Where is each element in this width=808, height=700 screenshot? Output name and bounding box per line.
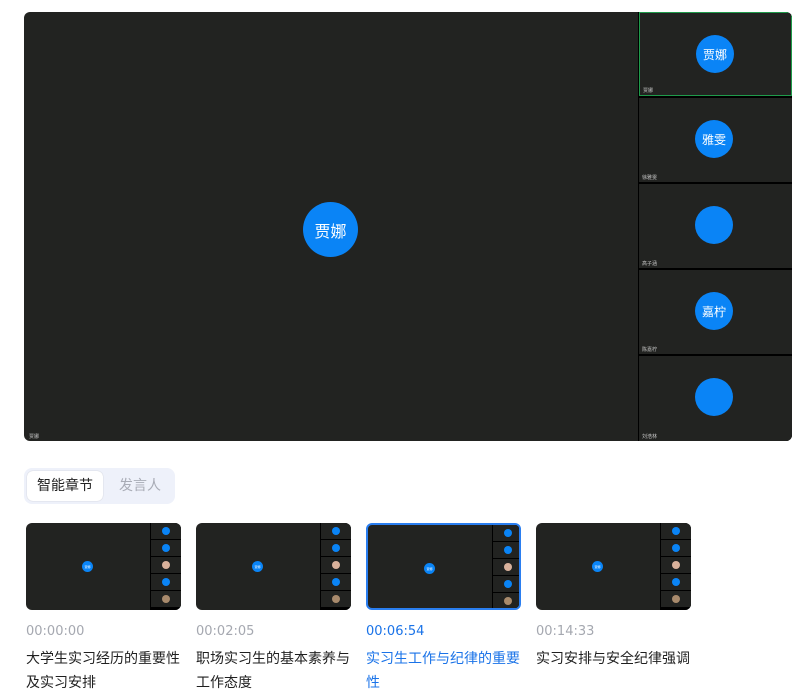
participant-strip: 贾娜 贾娜 雅雯 徐雅雯 高子涵 嘉柠 陈嘉柠 刘浩林	[638, 12, 792, 441]
main-speaker-view[interactable]: 贾娜 贾娜	[24, 12, 638, 441]
participant-photo-avatar	[695, 378, 733, 416]
participant-tile[interactable]: 嘉柠 陈嘉柠	[639, 270, 792, 354]
chapter-thumbnail[interactable]: 贾娜	[366, 523, 521, 610]
participant-photo-avatar	[695, 206, 733, 244]
thumbnail-avatar: 贾娜	[424, 563, 435, 574]
participant-avatar: 雅雯	[695, 120, 733, 158]
chapter-timestamp: 00:02:05	[196, 624, 255, 639]
participant-avatar: 嘉柠	[695, 292, 733, 330]
participant-tile[interactable]: 刘浩林	[639, 356, 792, 441]
participant-name: 陈嘉柠	[642, 347, 658, 353]
main-speaker-avatar: 贾娜	[303, 202, 358, 257]
meeting-video-stage: 贾娜 贾娜 贾娜 贾娜 雅雯 徐雅雯 高子涵 嘉柠 陈嘉柠 刘浩林	[24, 12, 792, 441]
chapter-thumbnail[interactable]: 贾娜	[536, 523, 691, 610]
participant-tile[interactable]: 贾娜 贾娜	[639, 12, 792, 96]
chapter-title: 实习安排与安全纪律强调	[536, 651, 690, 667]
chapter-thumbnail[interactable]: 贾娜	[196, 523, 351, 610]
chapter-title: 职场实习生的基本素养与工作态度	[196, 651, 350, 691]
thumbnail-avatar: 贾娜	[252, 561, 263, 572]
tab-smart-chapters[interactable]: 智能章节	[27, 471, 103, 501]
main-speaker-name: 贾娜	[29, 434, 40, 440]
chapter-timestamp: 00:14:33	[536, 624, 595, 639]
chapter-thumbnail[interactable]: 贾娜	[26, 523, 181, 610]
thumbnail-avatar: 贾娜	[592, 561, 603, 572]
chapter-title: 实习生工作与纪律的重要性	[366, 651, 520, 691]
participant-avatar: 贾娜	[696, 35, 734, 73]
chapter-tabs: 智能章节 发言人	[24, 468, 175, 504]
chapter-timestamp: 00:06:54	[366, 624, 425, 639]
chapter-title: 大学生实习经历的重要性及实习安排	[26, 651, 180, 691]
participant-name: 贾娜	[643, 88, 654, 94]
tab-speakers[interactable]: 发言人	[108, 471, 172, 501]
thumbnail-avatar: 贾娜	[82, 561, 93, 572]
chapter-timestamp: 00:00:00	[26, 624, 85, 639]
participant-name: 高子涵	[642, 261, 658, 267]
participant-name: 徐雅雯	[642, 175, 658, 181]
participant-tile[interactable]: 雅雯 徐雅雯	[639, 98, 792, 182]
participant-tile[interactable]: 高子涵	[639, 184, 792, 268]
participant-name: 刘浩林	[642, 434, 658, 440]
